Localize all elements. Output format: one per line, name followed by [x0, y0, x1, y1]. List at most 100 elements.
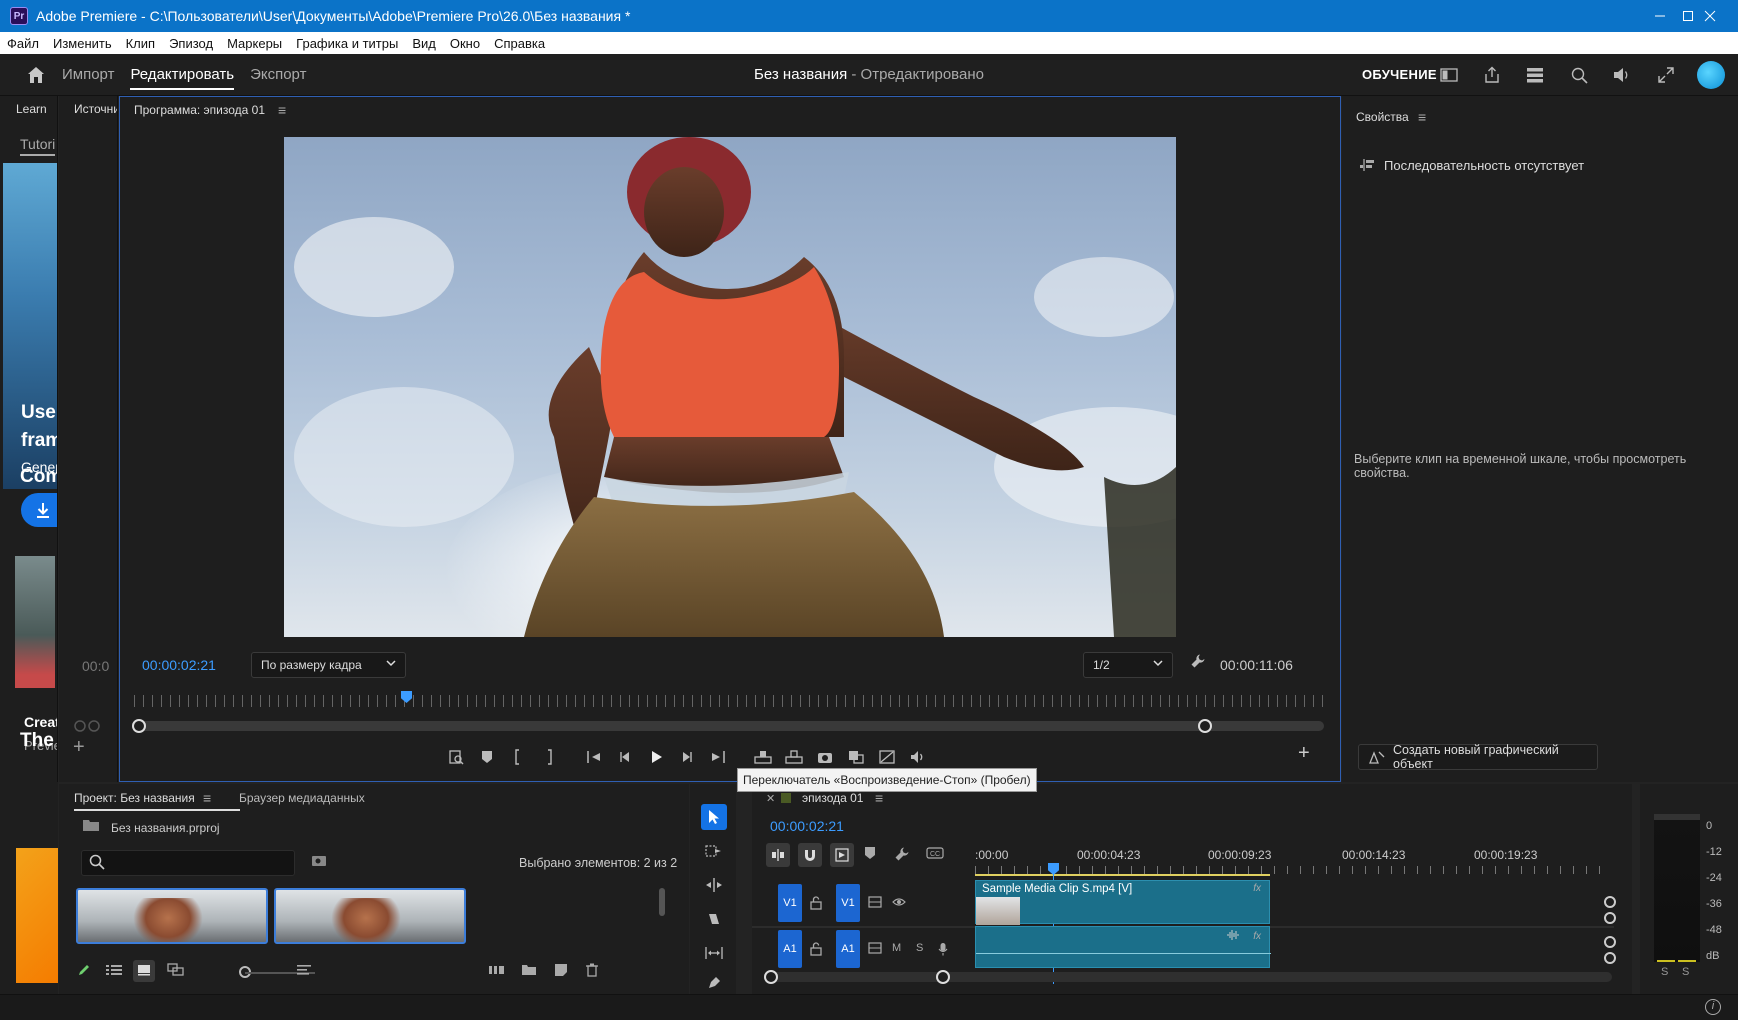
- pen-tool[interactable]: [701, 974, 727, 992]
- close-sequence-button[interactable]: ✕: [766, 792, 775, 805]
- panel-layout-button[interactable]: [1437, 63, 1461, 87]
- tab-export[interactable]: Экспорт: [242, 54, 314, 96]
- program-time-ruler[interactable]: [134, 695, 1324, 707]
- insert-nest-button[interactable]: [766, 843, 790, 867]
- menu-sequence[interactable]: Эпизод: [162, 36, 220, 51]
- menu-markers[interactable]: Маркеры: [220, 36, 289, 51]
- menu-view[interactable]: Вид: [405, 36, 443, 51]
- timeline-settings-button[interactable]: [894, 846, 910, 865]
- audio-clip[interactable]: fx: [975, 926, 1271, 968]
- program-menu-icon[interactable]: ≡: [278, 102, 286, 118]
- playback-resolution-select[interactable]: 1/2: [1083, 652, 1173, 678]
- freeform-view-button[interactable]: [165, 963, 187, 980]
- menu-graphics[interactable]: Графика и титры: [289, 36, 405, 51]
- step-back-button[interactable]: [609, 745, 640, 769]
- extract-button[interactable]: [778, 745, 809, 769]
- meter-solo-left[interactable]: S: [1661, 966, 1668, 978]
- snap-button[interactable]: [798, 843, 822, 867]
- program-current-timecode[interactable]: 00:00:02:21: [142, 657, 216, 673]
- sync-lock-button[interactable]: [868, 896, 882, 911]
- source-patch-a1[interactable]: A1: [778, 930, 802, 968]
- audio-volume-line[interactable]: [976, 953, 1271, 954]
- info-icon[interactable]: i: [1705, 999, 1721, 1015]
- clear-button[interactable]: [581, 963, 603, 980]
- project-item[interactable]: [274, 888, 466, 944]
- tutorial-title[interactable]: Creat: [24, 714, 57, 730]
- step-forward-button[interactable]: [671, 745, 702, 769]
- media-browser-tab[interactable]: Браузер медиаданных: [239, 791, 365, 805]
- project-tab[interactable]: Проект: Без названия: [74, 791, 195, 805]
- razor-tool[interactable]: [701, 906, 727, 932]
- automate-to-sequence-button[interactable]: [486, 963, 508, 979]
- video-track-scroll-handle[interactable]: [1604, 912, 1616, 924]
- meter-solo-right[interactable]: S: [1682, 966, 1689, 978]
- scroll-handle-left[interactable]: [132, 719, 146, 733]
- project-search-box[interactable]: [81, 850, 295, 876]
- menu-help[interactable]: Справка: [487, 36, 552, 51]
- video-track-scroll-handle[interactable]: [1604, 896, 1616, 908]
- tutorials-tab[interactable]: Tutori: [20, 136, 56, 156]
- add-marker-button[interactable]: [864, 846, 876, 863]
- ripple-edit-tool[interactable]: [701, 872, 727, 898]
- menu-clip[interactable]: Клип: [119, 36, 162, 51]
- tutorial-thumbnail-2[interactable]: [16, 848, 58, 983]
- write-protect-button[interactable]: [73, 963, 95, 980]
- mark-in-button[interactable]: [502, 745, 533, 769]
- find-bin-button[interactable]: [311, 854, 327, 871]
- safe-margins-button[interactable]: [871, 745, 902, 769]
- lift-button[interactable]: [747, 745, 778, 769]
- new-graphic-button[interactable]: Создать новый графический объект: [1358, 743, 1598, 771]
- video-clip[interactable]: Sample Media Clip S.mp4 [V] fx: [975, 880, 1270, 925]
- slip-tool[interactable]: [701, 940, 727, 966]
- search-ai-button[interactable]: [1567, 63, 1591, 87]
- play-stop-button[interactable]: [640, 745, 671, 769]
- promo-card[interactable]: Usefram Gener: [3, 163, 57, 527]
- share-button[interactable]: [1480, 63, 1504, 87]
- comparison-view-button[interactable]: [840, 745, 871, 769]
- learn-tab[interactable]: Learn: [16, 102, 47, 116]
- icon-view-button[interactable]: [133, 960, 155, 982]
- selection-tool[interactable]: [701, 804, 727, 830]
- timeline-timecode[interactable]: 00:00:02:21: [770, 818, 844, 834]
- program-tab[interactable]: Программа: эпизода 01: [134, 103, 265, 117]
- go-to-out-button[interactable]: [702, 745, 733, 769]
- source-patch-v1[interactable]: V1: [778, 884, 802, 922]
- new-item-button[interactable]: [550, 963, 572, 980]
- source-toggle-icon[interactable]: [74, 720, 102, 735]
- search-input[interactable]: [110, 853, 290, 873]
- work-area-bar[interactable]: [975, 874, 1270, 876]
- source-tab[interactable]: Источни: [74, 102, 117, 116]
- mute-track-button[interactable]: M: [892, 942, 901, 954]
- scroll-handle-right[interactable]: [1198, 719, 1212, 733]
- export-frame-button[interactable]: [440, 745, 471, 769]
- audio-track-scroll-handle[interactable]: [1604, 936, 1616, 948]
- button-editor-plus[interactable]: +: [1298, 742, 1310, 765]
- progress-button[interactable]: [1523, 63, 1547, 87]
- fullscreen-button[interactable]: [1654, 63, 1678, 87]
- properties-tab[interactable]: Свойства: [1356, 110, 1409, 124]
- captions-button[interactable]: CC: [926, 846, 944, 862]
- tab-edit[interactable]: Редактировать: [122, 54, 242, 96]
- sequence-tab[interactable]: эпизода 01: [802, 791, 863, 805]
- close-window-button[interactable]: [1682, 0, 1738, 32]
- solo-track-button[interactable]: S: [916, 942, 923, 954]
- source-add-button[interactable]: +: [73, 736, 85, 759]
- project-menu-icon[interactable]: ≡: [203, 790, 211, 806]
- timeline-menu-icon[interactable]: ≡: [875, 790, 883, 806]
- menu-window[interactable]: Окно: [443, 36, 487, 51]
- tab-import[interactable]: Импорт: [54, 54, 122, 96]
- voice-over-record-button[interactable]: [938, 942, 948, 959]
- go-to-in-button[interactable]: [578, 745, 609, 769]
- audio-monitor-button[interactable]: [902, 745, 933, 769]
- toggle-track-output-button[interactable]: [892, 896, 906, 910]
- menu-file[interactable]: Файл: [0, 36, 46, 51]
- linked-selection-button[interactable]: [830, 843, 854, 867]
- track-select-tool[interactable]: [701, 838, 727, 864]
- add-marker-button[interactable]: [471, 745, 502, 769]
- project-item[interactable]: [76, 888, 268, 944]
- scroll-handle-right[interactable]: [936, 970, 950, 984]
- project-scrollbar[interactable]: [659, 888, 665, 916]
- tutorial-thumbnail[interactable]: [15, 556, 55, 688]
- properties-menu-icon[interactable]: ≡: [1418, 109, 1426, 125]
- avatar[interactable]: [1697, 61, 1725, 89]
